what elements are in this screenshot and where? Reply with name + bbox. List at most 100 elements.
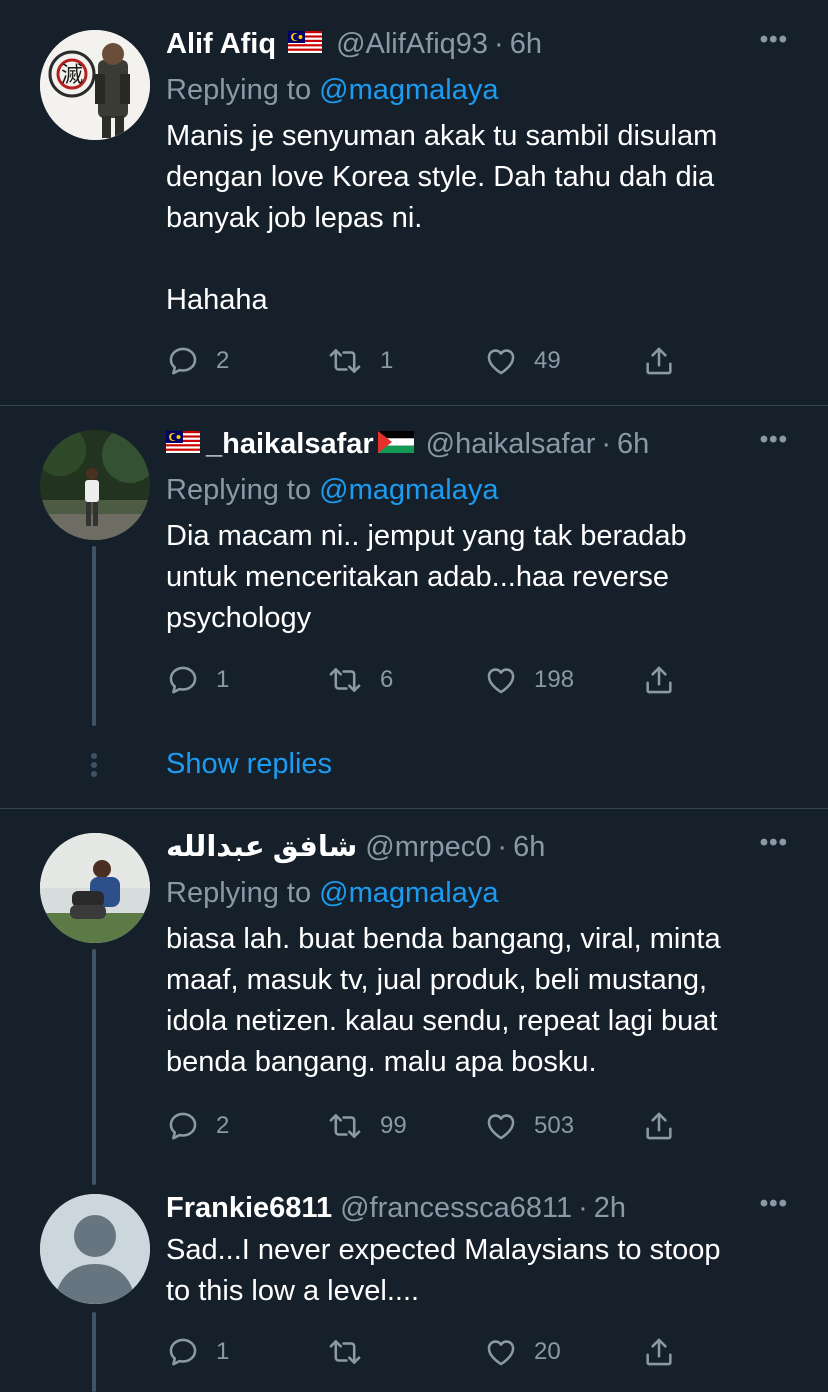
- mention-link[interactable]: @magmalaya: [319, 877, 498, 909]
- more-icon[interactable]: •••: [760, 426, 788, 454]
- avatar[interactable]: [40, 1194, 150, 1304]
- thread-line: [92, 1312, 96, 1392]
- like-icon: [487, 349, 515, 375]
- svg-text:滅: 滅: [61, 63, 83, 88]
- flag-malaysia-icon: [166, 425, 200, 463]
- replying-to: Replying to @magmalaya: [166, 70, 788, 110]
- separator: ·: [578, 1192, 588, 1224]
- reply-count: 1: [216, 666, 230, 693]
- retweet-count: 1: [380, 347, 394, 374]
- reply-count: 1: [216, 1338, 230, 1365]
- reply-count: 2: [216, 1112, 230, 1139]
- share-button[interactable]: [642, 1332, 676, 1372]
- tweet-actions: 2 99 503: [166, 1106, 686, 1146]
- more-icon[interactable]: •••: [760, 829, 788, 857]
- replying-to-label: Replying to: [166, 877, 312, 909]
- retweet-icon: [329, 349, 361, 373]
- timestamp[interactable]: 6h: [510, 25, 542, 63]
- share-icon: [646, 1112, 672, 1140]
- mention-link[interactable]: @magmalaya: [319, 74, 498, 106]
- handle[interactable]: @francessca6811: [340, 1189, 572, 1227]
- share-button[interactable]: [642, 341, 676, 381]
- retweet-icon: [329, 1114, 361, 1138]
- tweet-content: _haikalsafar @haikalsafar · 6h ••• Reply…: [166, 424, 788, 639]
- share-button[interactable]: [642, 660, 676, 700]
- show-replies-link[interactable]: Show replies: [166, 748, 332, 781]
- display-name[interactable]: Frankie6811: [166, 1189, 332, 1227]
- tweet-text: Sad...I never expected Malaysians to sto…: [166, 1234, 721, 1307]
- like-count: 49: [534, 347, 561, 374]
- retweet-count: 6: [380, 666, 394, 693]
- replying-to-label: Replying to: [166, 474, 312, 506]
- tweet-actions: 1 20: [166, 1332, 686, 1372]
- retweet-count: 99: [380, 1112, 407, 1139]
- tweet[interactable]: _haikalsafar @haikalsafar · 6h ••• Reply…: [0, 406, 828, 808]
- retweet-button[interactable]: 1: [326, 341, 393, 381]
- like-icon: [487, 1114, 515, 1140]
- reply-button[interactable]: 2: [166, 341, 229, 381]
- timestamp[interactable]: 2h: [594, 1189, 626, 1227]
- tweet[interactable]: 滅 Alif Afiq @AlifAfiq93 · 6h ••• Replyin…: [0, 0, 828, 405]
- retweet-button[interactable]: 99: [326, 1106, 407, 1146]
- handle[interactable]: @AlifAfiq93: [336, 25, 488, 63]
- like-icon: [487, 668, 515, 694]
- share-icon: [646, 1338, 672, 1366]
- tweet-text: Dia macam ni.. jemput yang tak beradab u…: [166, 520, 687, 634]
- reply-icon: [169, 1338, 197, 1366]
- separator: ·: [494, 28, 504, 60]
- timestamp[interactable]: 6h: [513, 828, 545, 866]
- like-count: 20: [534, 1338, 561, 1365]
- handle[interactable]: @mrpec0: [365, 828, 491, 866]
- retweet-icon: [329, 668, 361, 692]
- avatar[interactable]: [40, 833, 150, 943]
- flag-malaysia-icon: [288, 25, 323, 63]
- tweet[interactable]: Frankie6811 @francessca6811 · 2h ••• Sad…: [0, 1180, 828, 1392]
- share-icon: [646, 666, 672, 694]
- timestamp[interactable]: 6h: [617, 425, 649, 463]
- tweet-header: شافق عبدالله @mrpec0 · 6h: [166, 827, 788, 867]
- retweet-button[interactable]: [326, 1332, 364, 1372]
- tweet-content: شافق عبدالله @mrpec0 · 6h ••• Replying t…: [166, 827, 788, 1083]
- reply-icon: [169, 347, 197, 375]
- thread-dots: [90, 750, 98, 780]
- handle[interactable]: @haikalsafar: [426, 425, 596, 463]
- thread-line: [92, 546, 96, 726]
- reply-icon: [169, 666, 197, 694]
- reply-button[interactable]: 2: [166, 1106, 229, 1146]
- tweet-header: _haikalsafar @haikalsafar · 6h: [166, 424, 788, 464]
- tweet[interactable]: شافق عبدالله @mrpec0 · 6h ••• Replying t…: [0, 809, 828, 1185]
- retweet-icon: [329, 1340, 361, 1364]
- like-icon: [487, 1340, 515, 1366]
- flag-palestine-icon: [377, 425, 414, 463]
- more-icon[interactable]: •••: [760, 26, 788, 54]
- like-button[interactable]: 20: [484, 1332, 561, 1372]
- separator: ·: [497, 831, 508, 863]
- like-button[interactable]: 503: [484, 1106, 574, 1146]
- replying-to-label: Replying to: [166, 74, 312, 106]
- tweet-header: Alif Afiq @AlifAfiq93 · 6h: [166, 24, 788, 64]
- mention-link[interactable]: @magmalaya: [319, 474, 498, 506]
- timeline: 滅 Alif Afiq @AlifAfiq93 · 6h ••• Replyin…: [0, 0, 828, 1392]
- replying-to: Replying to @magmalaya: [166, 470, 788, 510]
- separator: ·: [601, 428, 612, 460]
- like-button[interactable]: 49: [484, 341, 561, 381]
- tweet-text: biasa lah. buat benda bangang, viral, mi…: [166, 923, 721, 1078]
- display-name[interactable]: شافق عبدالله: [166, 828, 357, 866]
- display-name[interactable]: _haikalsafar: [206, 425, 374, 463]
- like-button[interactable]: 198: [484, 660, 574, 700]
- reply-button[interactable]: 1: [166, 660, 229, 700]
- reply-icon: [169, 1112, 197, 1140]
- reply-button[interactable]: 1: [166, 1332, 229, 1372]
- avatar[interactable]: 滅: [40, 30, 150, 140]
- display-name[interactable]: Alif Afiq: [166, 25, 276, 63]
- reply-count: 2: [216, 347, 230, 374]
- like-count: 198: [534, 666, 575, 693]
- more-icon[interactable]: •••: [760, 1190, 788, 1218]
- avatar[interactable]: [40, 430, 150, 540]
- tweet-header: Frankie6811 @francessca6811 · 2h: [166, 1188, 788, 1228]
- thread-line: [92, 949, 96, 1185]
- retweet-button[interactable]: 6: [326, 660, 393, 700]
- share-button[interactable]: [642, 1106, 676, 1146]
- share-icon: [646, 347, 672, 375]
- replying-to: Replying to @magmalaya: [166, 873, 788, 913]
